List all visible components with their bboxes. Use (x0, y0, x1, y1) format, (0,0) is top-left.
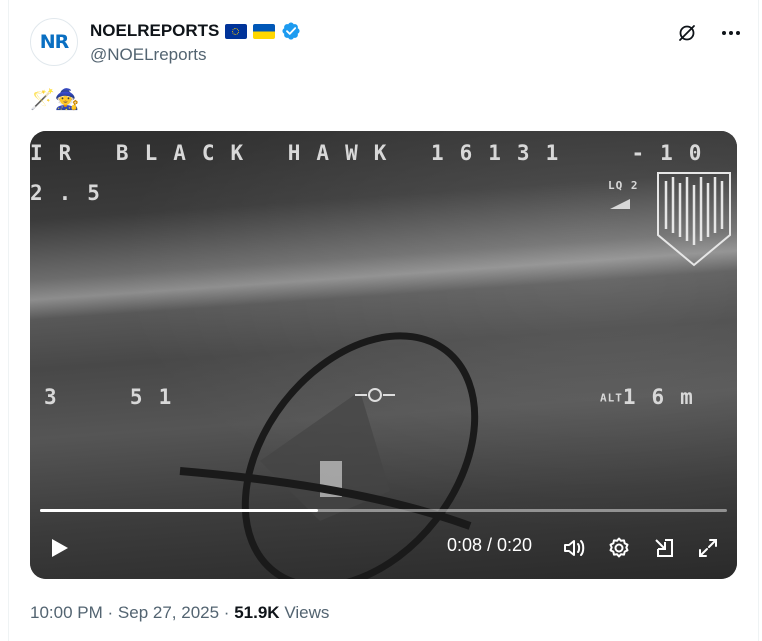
play-icon (52, 539, 68, 557)
views-label: Views (284, 603, 330, 622)
osd-mid-value: 3 51 (44, 385, 188, 409)
osd-altitude: ALT16m (600, 385, 709, 409)
tweet-header: NR NOELREPORTS @NOELreports (30, 18, 742, 70)
osd-alt-label: ALT (600, 391, 623, 405)
meta-separator: · (107, 603, 114, 622)
volume-icon (564, 540, 585, 556)
right-border (758, 0, 759, 641)
tweet-text: 🪄🧙 (30, 89, 80, 111)
more-icon[interactable] (720, 22, 742, 44)
progress-fill (40, 509, 319, 512)
osd-link-quality: LQ 2 (608, 179, 639, 192)
unit-emblem-icon (657, 172, 731, 267)
video-controls: 0:08 / 0:20 (30, 509, 737, 579)
name-row: NOELREPORTS (90, 21, 301, 41)
left-border (8, 0, 9, 641)
post-date[interactable]: Sep 27, 2025 (118, 603, 219, 622)
pop-out-button[interactable] (651, 535, 677, 561)
video-time: 0:08 / 0:20 (447, 535, 533, 555)
user-handle[interactable]: @NOELreports (90, 45, 206, 65)
display-name[interactable]: NOELREPORTS (90, 21, 219, 41)
settings-icon (609, 537, 629, 558)
post-time[interactable]: 10:00 PM (30, 603, 103, 622)
settings-button[interactable] (606, 535, 632, 561)
video-player[interactable]: IR BLACK HAWK 16131 -10 2.5 LQ 2 3 51 AL… (30, 131, 737, 579)
fullscreen-button[interactable] (695, 535, 721, 561)
grok-icon[interactable] (676, 22, 698, 44)
tweet-meta: 10:00 PM · Sep 27, 2025 · 51.9K Views (30, 603, 329, 623)
pop-out-icon (655, 539, 673, 557)
fullscreen-icon (699, 539, 717, 557)
osd-title-text: IR BLACK HAWK 16131 -10 (30, 141, 718, 165)
avatar[interactable]: NR (30, 18, 78, 66)
volume-button[interactable] (561, 535, 587, 561)
progress-bar[interactable] (40, 509, 727, 512)
avatar-logo-text: NR (39, 31, 70, 53)
eu-flag-icon (225, 23, 248, 39)
osd-left-value: 2.5 (30, 181, 116, 205)
play-button[interactable] (46, 535, 72, 561)
meta-separator-2: · (223, 603, 230, 622)
ukraine-flag-icon (253, 23, 276, 39)
osd-alt-value: 16m (622, 385, 709, 409)
header-actions (676, 22, 742, 44)
verified-badge-icon[interactable] (281, 21, 301, 41)
views-count: 51.9K (234, 603, 280, 622)
